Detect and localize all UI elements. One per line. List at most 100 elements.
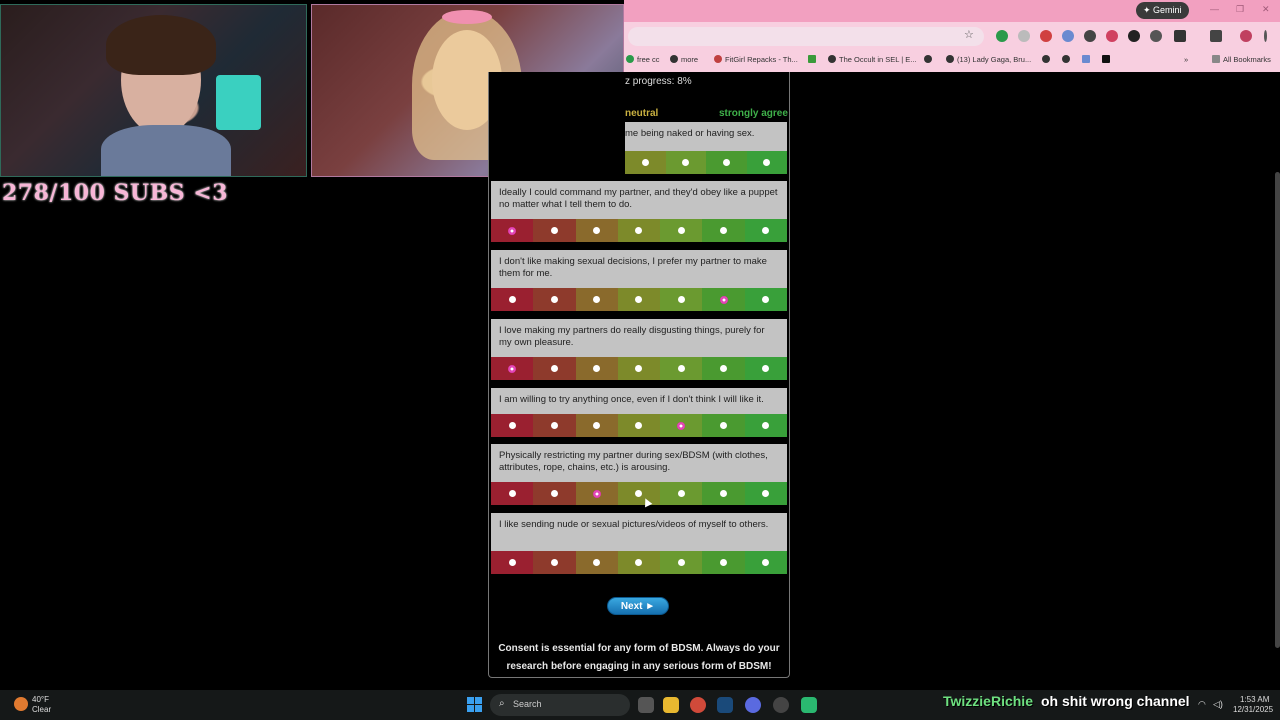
extension-icon[interactable] <box>1150 30 1162 42</box>
answer-option[interactable] <box>533 551 576 574</box>
radio-icon[interactable] <box>720 559 728 566</box>
radio-icon[interactable] <box>720 422 728 429</box>
radio-icon[interactable] <box>593 559 601 566</box>
bookmark-ico[interactable] <box>1042 55 1053 64</box>
radio-icon[interactable] <box>635 365 643 372</box>
radio-icon[interactable] <box>722 159 730 166</box>
answer-option[interactable] <box>575 357 618 380</box>
radio-icon[interactable] <box>677 296 685 303</box>
answer-option[interactable] <box>533 288 576 311</box>
answer-option[interactable] <box>617 414 661 437</box>
menu-icon[interactable] <box>1264 30 1267 42</box>
radio-icon[interactable] <box>508 422 516 429</box>
radio-icon[interactable] <box>677 559 685 566</box>
answer-option[interactable] <box>660 551 703 574</box>
radio-icon[interactable] <box>677 227 685 234</box>
radio-icon[interactable] <box>762 422 770 429</box>
extension-icon[interactable] <box>1018 30 1030 42</box>
minimize-icon[interactable]: — <box>1210 4 1219 14</box>
answer-option[interactable] <box>575 414 618 437</box>
radio-icon[interactable] <box>762 559 770 566</box>
answer-option[interactable] <box>617 357 661 380</box>
radio-icon[interactable] <box>550 365 558 372</box>
weather-icon[interactable] <box>14 697 28 711</box>
extension-icon[interactable] <box>1040 30 1052 42</box>
bookmark-k[interactable] <box>808 55 819 64</box>
answer-option[interactable] <box>533 357 576 380</box>
answer-option[interactable] <box>617 482 661 505</box>
radio-icon[interactable] <box>508 296 516 303</box>
bookmark-free-cc[interactable]: free cc <box>626 55 660 64</box>
app-icon[interactable] <box>773 697 789 713</box>
sidebar-icon[interactable] <box>1210 30 1222 42</box>
radio-icon[interactable] <box>762 490 770 497</box>
extension-icon[interactable] <box>1128 30 1140 42</box>
restore-icon[interactable]: ❐ <box>1236 4 1244 15</box>
radio-icon[interactable] <box>641 159 649 166</box>
extension-icon[interactable] <box>1106 30 1118 42</box>
answer-option[interactable] <box>491 482 534 505</box>
profile-avatar[interactable] <box>1240 30 1252 42</box>
windows-start-icon[interactable] <box>467 697 482 712</box>
bookmark-lady-gaga[interactable]: (13) Lady Gaga, Bru... <box>946 55 1031 64</box>
answer-option[interactable] <box>660 288 703 311</box>
answer-option[interactable] <box>575 551 618 574</box>
all-bookmarks[interactable]: All Bookmarks <box>1212 55 1271 64</box>
bookmark-fitgirl[interactable]: FitGirl Repacks - Th... <box>714 55 798 64</box>
radio-icon[interactable] <box>593 365 601 372</box>
radio-icon[interactable] <box>635 422 643 429</box>
radio-icon[interactable] <box>550 559 558 566</box>
answer-option[interactable] <box>533 219 576 242</box>
answer-option[interactable] <box>533 482 576 505</box>
answer-option[interactable] <box>660 357 703 380</box>
radio-selected-icon[interactable] <box>719 295 728 304</box>
gemini-button[interactable]: ✦ Gemini <box>1136 2 1189 19</box>
answer-option[interactable] <box>744 219 787 242</box>
radio-icon[interactable] <box>677 490 685 497</box>
extension-icon[interactable] <box>1084 30 1096 42</box>
volume-icon[interactable]: ◁) <box>1213 699 1223 710</box>
answer-option[interactable] <box>533 414 576 437</box>
answer-option[interactable] <box>744 357 787 380</box>
answer-option[interactable] <box>702 551 745 574</box>
puzzle-icon[interactable] <box>1174 30 1186 42</box>
file-explorer-icon[interactable] <box>663 697 679 713</box>
radio-selected-icon[interactable] <box>508 364 517 373</box>
answer-option[interactable] <box>617 551 661 574</box>
radio-icon[interactable] <box>550 227 558 234</box>
answer-option[interactable] <box>660 219 703 242</box>
task-view-icon[interactable] <box>638 697 654 713</box>
answer-option[interactable] <box>746 151 787 174</box>
answer-option[interactable] <box>702 414 745 437</box>
radio-icon[interactable] <box>762 227 770 234</box>
page-scrollbar[interactable] <box>1275 172 1280 648</box>
answer-option[interactable] <box>491 357 534 380</box>
radio-icon[interactable] <box>593 296 601 303</box>
answer-option[interactable] <box>665 151 706 174</box>
answer-option[interactable] <box>660 482 703 505</box>
radio-icon[interactable] <box>550 296 558 303</box>
close-icon[interactable]: ✕ <box>1262 4 1270 15</box>
radio-icon[interactable] <box>593 422 601 429</box>
answer-option[interactable] <box>491 414 534 437</box>
radio-selected-icon[interactable] <box>592 489 601 498</box>
bookmark-ico[interactable] <box>1082 55 1093 64</box>
radio-icon[interactable] <box>677 365 685 372</box>
radio-icon[interactable] <box>720 365 728 372</box>
radio-selected-icon[interactable] <box>677 421 686 430</box>
wifi-icon[interactable]: ◠ <box>1198 699 1206 710</box>
answer-option[interactable] <box>702 482 745 505</box>
radio-icon[interactable] <box>550 422 558 429</box>
radio-icon[interactable] <box>635 227 643 234</box>
steam-icon[interactable] <box>717 697 733 713</box>
radio-icon[interactable] <box>508 559 516 566</box>
answer-option[interactable] <box>617 219 661 242</box>
answer-option[interactable] <box>744 551 787 574</box>
chrome-icon[interactable] <box>690 697 706 713</box>
radio-icon[interactable] <box>720 227 728 234</box>
chevron-right-icon[interactable]: » <box>1184 55 1188 64</box>
extension-icon[interactable] <box>1062 30 1074 42</box>
next-button[interactable]: Next ► <box>607 597 669 615</box>
answer-option[interactable] <box>706 151 747 174</box>
bookmark-star-icon[interactable]: ☆ <box>964 28 974 41</box>
